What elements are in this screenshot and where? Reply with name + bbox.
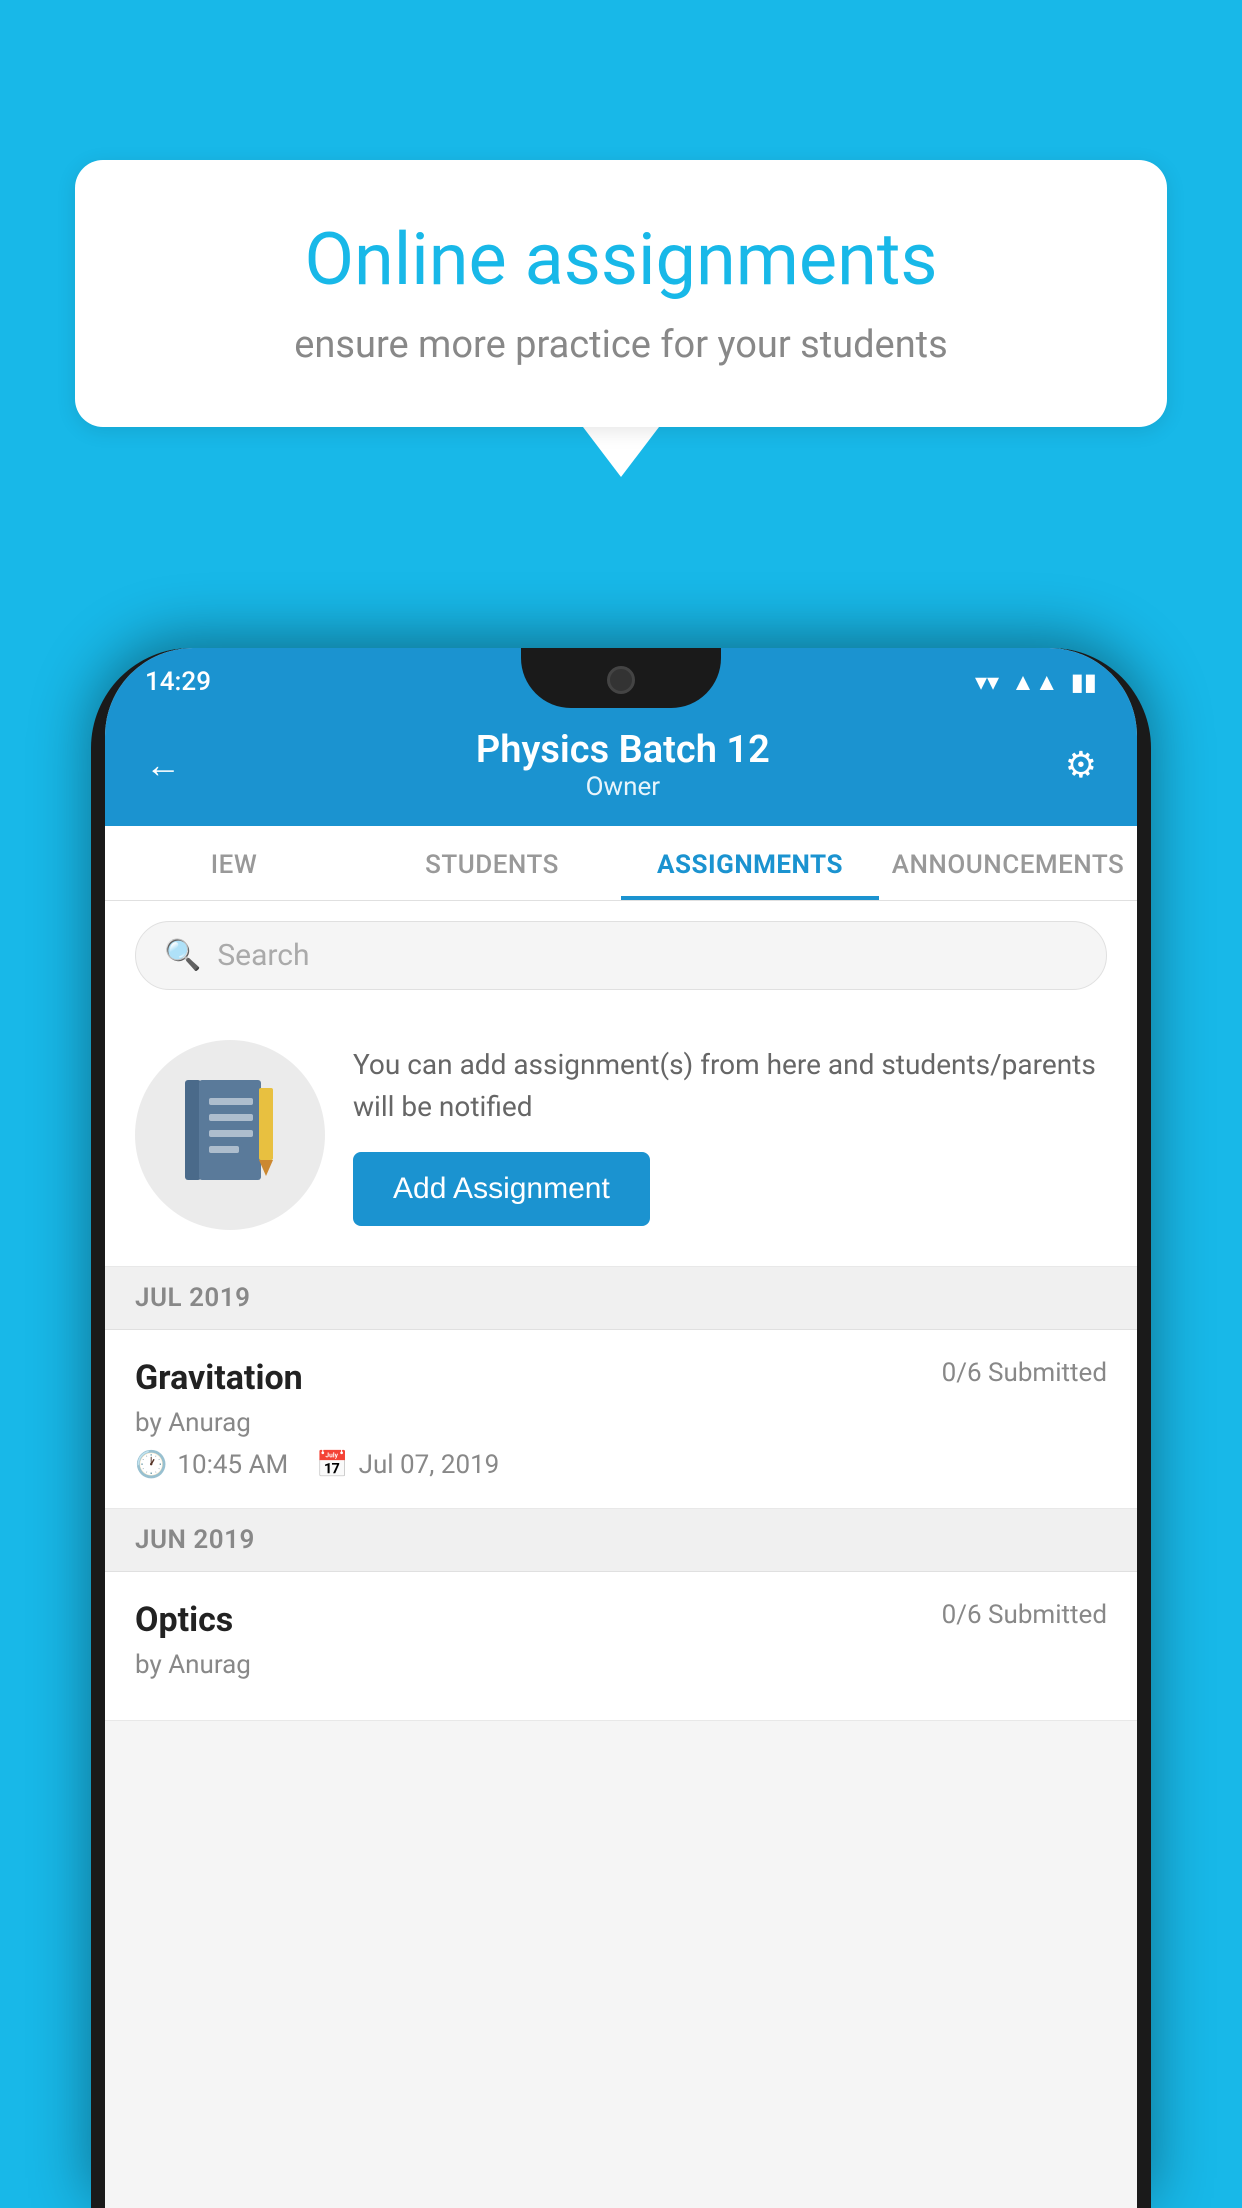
- search-bar[interactable]: 🔍 Search: [135, 921, 1107, 990]
- front-camera: [607, 666, 635, 694]
- promo-description: You can add assignment(s) from here and …: [353, 1044, 1107, 1128]
- speech-bubble-arrow: [583, 427, 659, 477]
- assignment-date-gravitation: 📅 Jul 07, 2019: [316, 1450, 499, 1480]
- back-button[interactable]: ←: [145, 744, 181, 786]
- speech-bubble-subtitle: ensure more practice for your students: [145, 323, 1097, 367]
- status-icons: ▾▾ ▲▲ ▮▮: [975, 668, 1097, 697]
- tab-assignments[interactable]: ASSIGNMENTS: [621, 826, 879, 900]
- phone-notch: [521, 648, 721, 708]
- tab-iew[interactable]: IEW: [105, 826, 363, 900]
- search-container: 🔍 Search: [105, 901, 1137, 1010]
- notebook-icon: [185, 1080, 275, 1190]
- screen-content: 🔍 Search: [105, 901, 1137, 1721]
- phone-frame: 14:29 ▾▾ ▲▲ ▮▮ ← Physics Batch 12 Owner …: [91, 648, 1151, 2208]
- assignment-header: Gravitation 0/6 Submitted: [135, 1358, 1107, 1398]
- search-placeholder: Search: [217, 938, 309, 973]
- assignment-header-optics: Optics 0/6 Submitted: [135, 1600, 1107, 1640]
- month-section-jun: JUN 2019: [105, 1509, 1137, 1572]
- tab-students[interactable]: STUDENTS: [363, 826, 621, 900]
- wifi-icon: ▾▾: [975, 668, 999, 696]
- assignment-submitted-gravitation: 0/6 Submitted: [942, 1358, 1107, 1388]
- speech-bubble-title: Online assignments: [145, 220, 1097, 299]
- status-time: 14:29: [145, 667, 211, 697]
- battery-icon: ▮▮: [1071, 668, 1097, 696]
- add-assignment-button[interactable]: Add Assignment: [353, 1152, 650, 1226]
- month-label-jul: JUL 2019: [135, 1283, 251, 1313]
- assignment-meta-gravitation: 🕐 10:45 AM 📅 Jul 07, 2019: [135, 1450, 1107, 1480]
- phone-screen: 14:29 ▾▾ ▲▲ ▮▮ ← Physics Batch 12 Owner …: [105, 648, 1137, 2208]
- header-subtitle: Owner: [181, 772, 1065, 802]
- app-header: ← Physics Batch 12 Owner ⚙: [105, 708, 1137, 826]
- settings-button[interactable]: ⚙: [1065, 744, 1097, 786]
- promo-section: You can add assignment(s) from here and …: [105, 1010, 1137, 1267]
- assignment-time-gravitation: 🕐 10:45 AM: [135, 1450, 288, 1480]
- tab-announcements[interactable]: ANNOUNCEMENTS: [879, 826, 1137, 900]
- month-label-jun: JUN 2019: [135, 1525, 255, 1555]
- assignment-author-gravitation: by Anurag: [135, 1408, 1107, 1438]
- header-title-area: Physics Batch 12 Owner: [181, 728, 1065, 802]
- tab-bar: IEW STUDENTS ASSIGNMENTS ANNOUNCEMENTS: [105, 826, 1137, 901]
- assignment-title-optics: Optics: [135, 1600, 233, 1640]
- search-icon: 🔍: [164, 938, 201, 973]
- assignment-author-optics: by Anurag: [135, 1650, 1107, 1680]
- assignment-item-gravitation[interactable]: Gravitation 0/6 Submitted by Anurag 🕐 10…: [105, 1330, 1137, 1509]
- promo-icon-circle: [135, 1040, 325, 1230]
- background: Online assignments ensure more practice …: [0, 0, 1242, 2208]
- speech-bubble-container: Online assignments ensure more practice …: [75, 160, 1167, 477]
- signal-icon: ▲▲: [1011, 668, 1059, 697]
- speech-bubble: Online assignments ensure more practice …: [75, 160, 1167, 427]
- assignment-item-optics[interactable]: Optics 0/6 Submitted by Anurag: [105, 1572, 1137, 1721]
- assignment-submitted-optics: 0/6 Submitted: [942, 1600, 1107, 1630]
- assignment-title-gravitation: Gravitation: [135, 1358, 303, 1398]
- header-title: Physics Batch 12: [181, 728, 1065, 772]
- clock-icon: 🕐: [135, 1450, 167, 1480]
- month-section-jul: JUL 2019: [105, 1267, 1137, 1330]
- calendar-icon: 📅: [316, 1450, 348, 1480]
- promo-text-area: You can add assignment(s) from here and …: [353, 1044, 1107, 1226]
